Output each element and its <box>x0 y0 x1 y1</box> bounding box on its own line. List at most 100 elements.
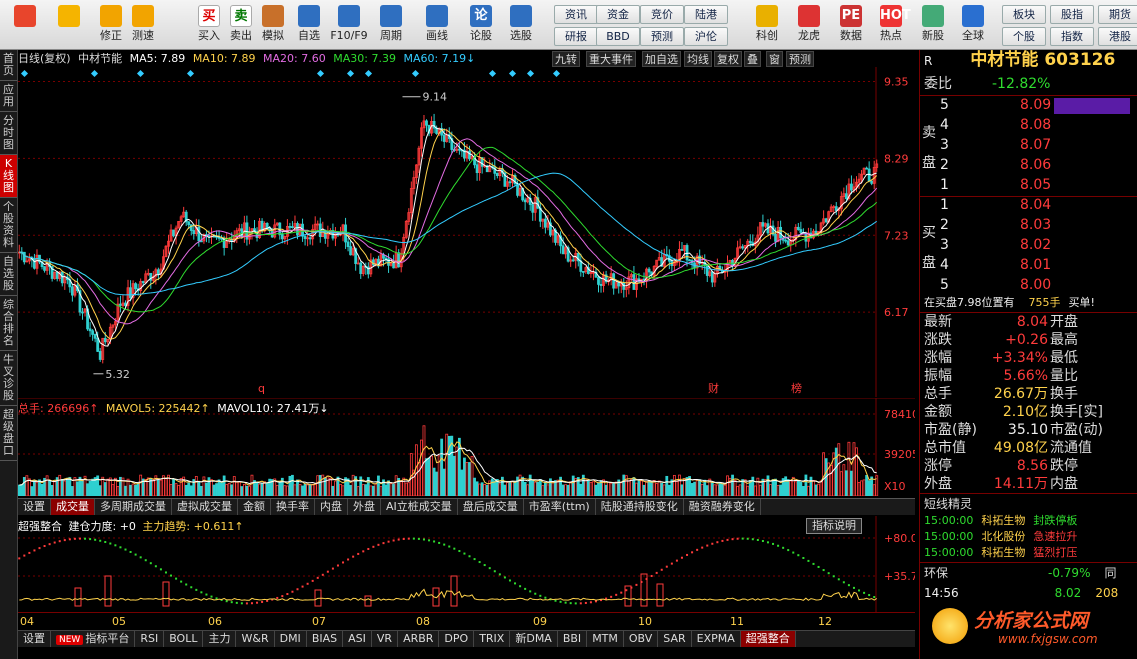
toolbar-button-hot[interactable]: HOT 热点 <box>872 3 911 47</box>
toolbar-link-10[interactable]: 期货 <box>1098 5 1137 24</box>
toolbar-button-back-arrow[interactable] <box>50 3 88 47</box>
chart-control-5[interactable]: 叠 <box>744 51 761 67</box>
toolbar-link-0[interactable]: 资讯 <box>554 5 598 24</box>
indicator-tab-6[interactable]: DMI <box>275 631 307 647</box>
toolbar-button-clock[interactable]: 测速 <box>124 3 162 47</box>
volume-tab-9[interactable]: 盘后成交量 <box>458 499 524 515</box>
volume-tab-10[interactable]: 市盈率(ttm) <box>524 499 596 515</box>
toolbar-link-9[interactable]: 股指 <box>1050 5 1094 24</box>
toolbar-button-select-stock[interactable]: 选股 <box>502 3 540 47</box>
toolbar-link-3[interactable]: 陆港 <box>684 5 728 24</box>
volume-tab-12[interactable]: 融资融券变化 <box>684 499 761 515</box>
toolbar-button-star[interactable]: 自选 <box>290 3 328 47</box>
indicator-tab-18[interactable]: EXPMA <box>692 631 741 647</box>
indicator-tab-19[interactable]: 超强整合 <box>740 631 796 647</box>
volume-tab-2[interactable]: 多周期成交量 <box>95 499 172 515</box>
event-tag[interactable]: 财 <box>708 381 719 395</box>
volume-tab-8[interactable]: AI立桩成交量 <box>381 499 458 515</box>
toolbar-link-6[interactable]: 预测 <box>640 27 684 46</box>
toolbar-button-new-stock[interactable]: 新股 <box>914 3 952 47</box>
indicator-tab-11[interactable]: DPO <box>439 631 475 647</box>
indicator-tab-2[interactable]: RSI <box>135 631 165 647</box>
indicator-help-button[interactable]: 指标说明 <box>806 518 862 534</box>
volume-tab-5[interactable]: 换手率 <box>271 499 315 515</box>
kline-chart[interactable]: 9.35 8.29 7.23 6.17 9.14 5.32 q 财 榜 <box>18 67 915 397</box>
sector-row[interactable]: 环保 -0.79% 同 <box>924 564 1136 581</box>
event-tag[interactable]: q <box>258 382 265 395</box>
sell-price[interactable]: 8.07 <box>1020 136 1051 155</box>
sell-price[interactable]: 8.05 <box>1020 176 1051 195</box>
toolbar-button-grid[interactable] <box>6 3 44 47</box>
toolbar-link-8[interactable]: 板块 <box>1002 5 1046 24</box>
sidebar-item-8[interactable]: 超级盘口 <box>0 406 17 461</box>
short-elf-row[interactable]: 15:00:00 科拓生物 封跌停板 <box>924 512 1077 528</box>
indicator-tab-8[interactable]: ASI <box>343 631 372 647</box>
short-elf-row[interactable]: 15:00:00 北化股份 急速拉升 <box>924 528 1077 544</box>
chart-control-2[interactable]: 加自选 <box>642 51 681 67</box>
indicator-tab-9[interactable]: VR <box>372 631 399 647</box>
toolbar-link-5[interactable]: BBD <box>596 27 640 46</box>
sidebar-item-1[interactable]: 应用 <box>0 81 17 112</box>
chart-control-7[interactable]: 预测 <box>786 51 814 67</box>
indicator-tab-15[interactable]: MTM <box>587 631 624 647</box>
sidebar-item-4[interactable]: 个股资料 <box>0 198 17 253</box>
indicator-tab-7[interactable]: BIAS <box>307 631 344 647</box>
buy-price[interactable]: 8.01 <box>1020 256 1051 275</box>
sidebar-item-2[interactable]: 分时图 <box>0 112 17 155</box>
sell-price[interactable]: 8.06 <box>1020 156 1051 175</box>
buy-price[interactable]: 8.03 <box>1020 216 1051 235</box>
indicator-tab-14[interactable]: BBI <box>558 631 588 647</box>
toolbar-link-7[interactable]: 沪伦 <box>684 27 728 46</box>
volume-tab-11[interactable]: 陆股通持股变化 <box>596 499 684 515</box>
toolbar-button-kechuang[interactable]: 科创 <box>748 3 786 47</box>
volume-tab-3[interactable]: 虚拟成交量 <box>172 499 238 515</box>
volume-tab-7[interactable]: 外盘 <box>348 499 381 515</box>
toolbar-button-f10[interactable]: F10/F9 <box>330 3 368 47</box>
toolbar-button-globe[interactable]: 全球 <box>954 3 992 47</box>
chart-control-1[interactable]: 重大事件 <box>586 51 636 67</box>
period-label[interactable]: 日线(复权) <box>18 52 71 65</box>
indicator-tab-12[interactable]: TRIX <box>474 631 511 647</box>
toolbar-link-1[interactable]: 资金 <box>596 5 640 24</box>
toolbar-link-4[interactable]: 研报 <box>554 27 598 46</box>
sidebar-item-6[interactable]: 综合排名 <box>0 296 17 351</box>
volume-tab-6[interactable]: 内盘 <box>315 499 348 515</box>
sell-price[interactable]: 8.08 <box>1020 116 1051 135</box>
buy-price[interactable]: 8.02 <box>1020 236 1051 255</box>
chart-control-6[interactable]: 窗 <box>766 51 783 67</box>
chart-control-3[interactable]: 均线 <box>684 51 712 67</box>
volume-tab-4[interactable]: 金额 <box>238 499 271 515</box>
toolbar-button-hammer[interactable]: 模拟 <box>254 3 292 47</box>
indicator-tab-0[interactable]: 设置 <box>18 631 51 647</box>
short-elf-title[interactable]: 短线精灵 <box>924 495 972 512</box>
toolbar-button-pe[interactable]: PE 数据 <box>832 3 870 47</box>
indicator-tab-4[interactable]: 主力 <box>203 631 237 647</box>
toolbar-button-discuss[interactable]: 论论股 <box>462 3 500 47</box>
indicator-tab-10[interactable]: ARBR <box>398 631 440 647</box>
buy-price[interactable]: 8.04 <box>1020 196 1051 215</box>
toolbar-button-dragon-tiger[interactable]: 龙虎 <box>790 3 828 47</box>
sidebar-item-3[interactable]: K线图 <box>0 155 17 198</box>
toolbar-button-period[interactable]: 周期 <box>372 3 410 47</box>
sidebar-item-0[interactable]: 首页 <box>0 50 17 81</box>
indicator-tab-3[interactable]: BOLL <box>164 631 204 647</box>
indicator-tab-17[interactable]: SAR <box>658 631 692 647</box>
chart-control-4[interactable]: 复权 <box>714 51 742 67</box>
sidebar-item-7[interactable]: 牛叉诊股 <box>0 351 17 406</box>
toolbar-link-12[interactable]: 指数 <box>1050 27 1094 46</box>
chart-control-0[interactable]: 九转 <box>552 51 580 67</box>
toolbar-link-13[interactable]: 港股 <box>1098 27 1137 46</box>
sidebar-item-5[interactable]: 自选股 <box>0 253 17 296</box>
toolbar-button-pen[interactable]: 画线 <box>418 3 456 47</box>
indicator-tab-13[interactable]: 新DMA <box>510 631 558 647</box>
short-elf-row[interactable]: 15:00:00 科拓生物 猛烈打压 <box>924 544 1077 560</box>
volume-tab-1[interactable]: 成交量 <box>51 499 95 515</box>
toolbar-link-11[interactable]: 个股 <box>1002 27 1046 46</box>
event-tag[interactable]: 榜 <box>791 381 802 395</box>
toolbar-link-2[interactable]: 竞价 <box>640 5 684 24</box>
volume-tab-0[interactable]: 设置 <box>18 499 51 515</box>
indicator-tab-16[interactable]: OBV <box>624 631 659 647</box>
indicator-tab-1[interactable]: NEW 指标平台 <box>51 631 136 647</box>
indicator-tab-5[interactable]: W&R <box>236 631 275 647</box>
sell-price[interactable]: 8.09 <box>1020 96 1051 115</box>
